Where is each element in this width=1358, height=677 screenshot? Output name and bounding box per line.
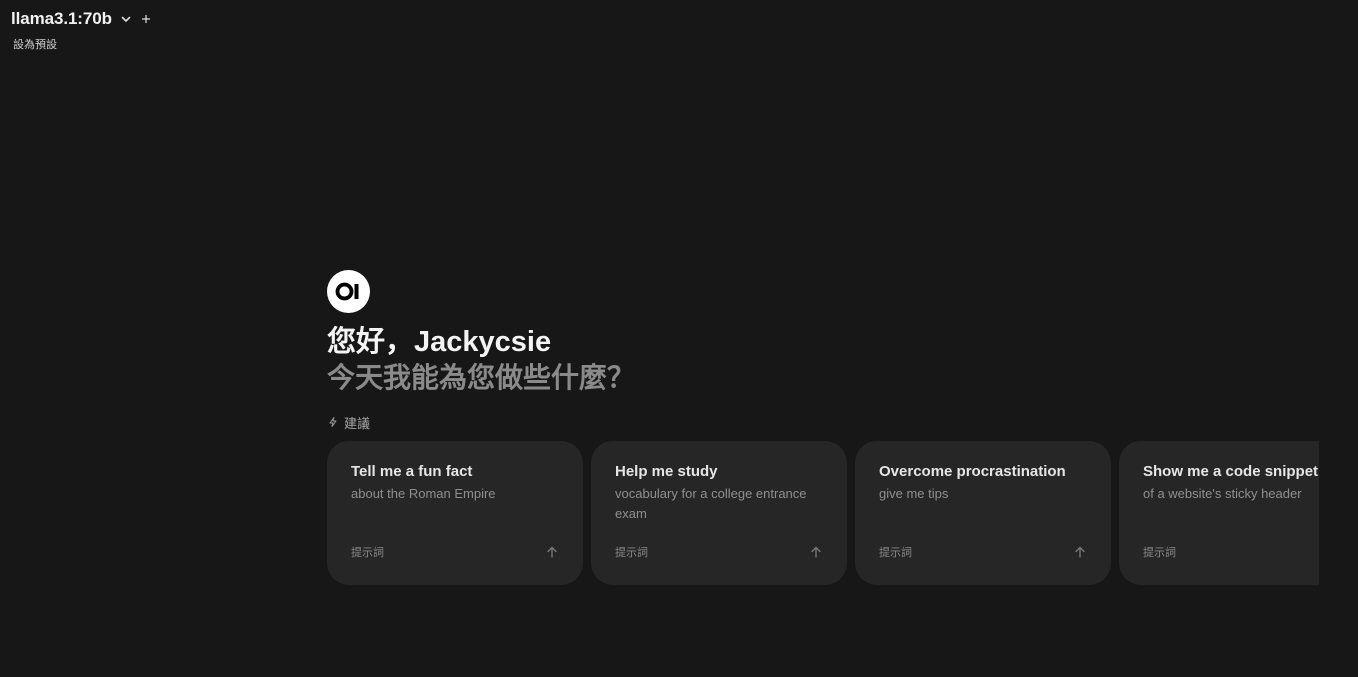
suggestion-title: Overcome procrastination: [879, 463, 1066, 480]
suggestions-header: 建議: [327, 412, 1358, 432]
suggestion-title: Show me a code snippet: [1143, 463, 1319, 480]
set-default-button[interactable]: 設為預設: [13, 36, 152, 52]
suggestion-card[interactable]: Overcome procrastination give me tips 提示…: [855, 441, 1111, 585]
app-logo: [327, 270, 370, 313]
suggestion-label: 提示詞: [879, 547, 912, 559]
suggestion-subtitle: about the Roman Empire: [351, 486, 496, 501]
suggestion-subtitle: vocabulary for a college entrance exam: [615, 486, 807, 521]
welcome-section: 您好，Jackycsie 今天我能為您做些什麼？ 建議: [327, 270, 1358, 432]
suggestion-label: 提示詞: [351, 547, 384, 559]
suggestion-title: Tell me a fun fact: [351, 463, 473, 480]
arrow-up-icon[interactable]: [809, 545, 823, 559]
bolt-icon: [327, 416, 339, 428]
suggestion-subtitle: give me tips: [879, 486, 949, 501]
suggestion-label: 提示詞: [1143, 547, 1176, 559]
suggestion-label: 提示詞: [615, 547, 648, 559]
arrow-up-icon[interactable]: [545, 545, 559, 559]
greeting-subtitle: 今天我能為您做些什麼？: [327, 362, 636, 393]
suggestion-card[interactable]: Show me a code snippet of a website's st…: [1119, 441, 1319, 585]
model-name[interactable]: llama3.1:70b: [11, 9, 112, 29]
suggestion-title: Help me study: [615, 463, 718, 480]
plus-icon[interactable]: [140, 13, 152, 25]
suggestion-card[interactable]: Help me study vocabulary for a college e…: [591, 441, 847, 585]
arrow-up-icon[interactable]: [1073, 545, 1087, 559]
model-selector[interactable]: llama3.1:70b: [11, 8, 152, 30]
suggestion-card[interactable]: Tell me a fun fact about the Roman Empir…: [327, 441, 583, 585]
suggestion-carousel[interactable]: Tell me a fun fact about the Roman Empir…: [327, 441, 1319, 585]
chevron-down-icon[interactable]: [120, 13, 132, 25]
top-bar: llama3.1:70b 設為預設: [11, 8, 152, 52]
greeting-title: 您好，Jackycsie: [327, 326, 552, 358]
suggestion-subtitle: of a website's sticky header: [1143, 486, 1302, 501]
suggestions-label: 建議: [344, 415, 371, 431]
